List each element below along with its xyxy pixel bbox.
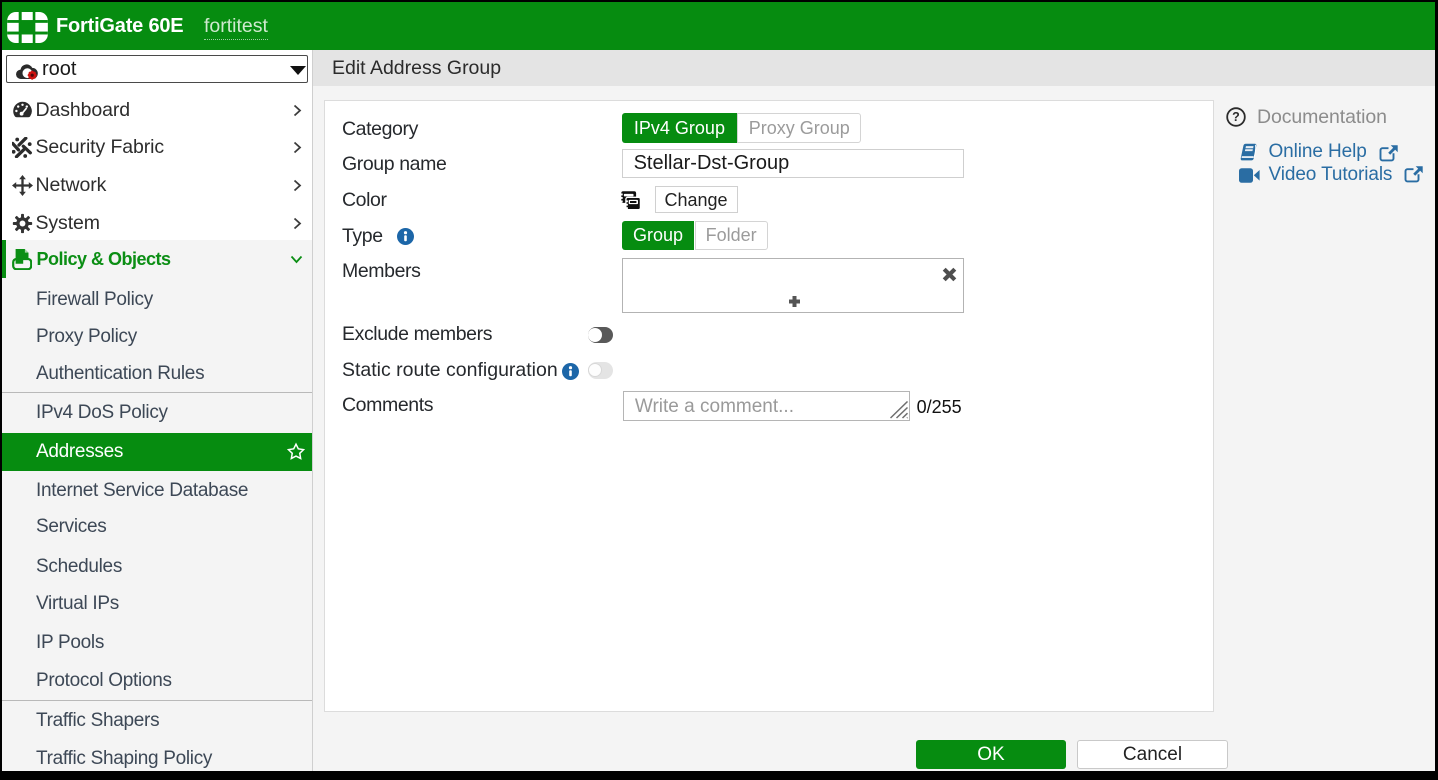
svg-text:?: ? [1232,110,1240,124]
